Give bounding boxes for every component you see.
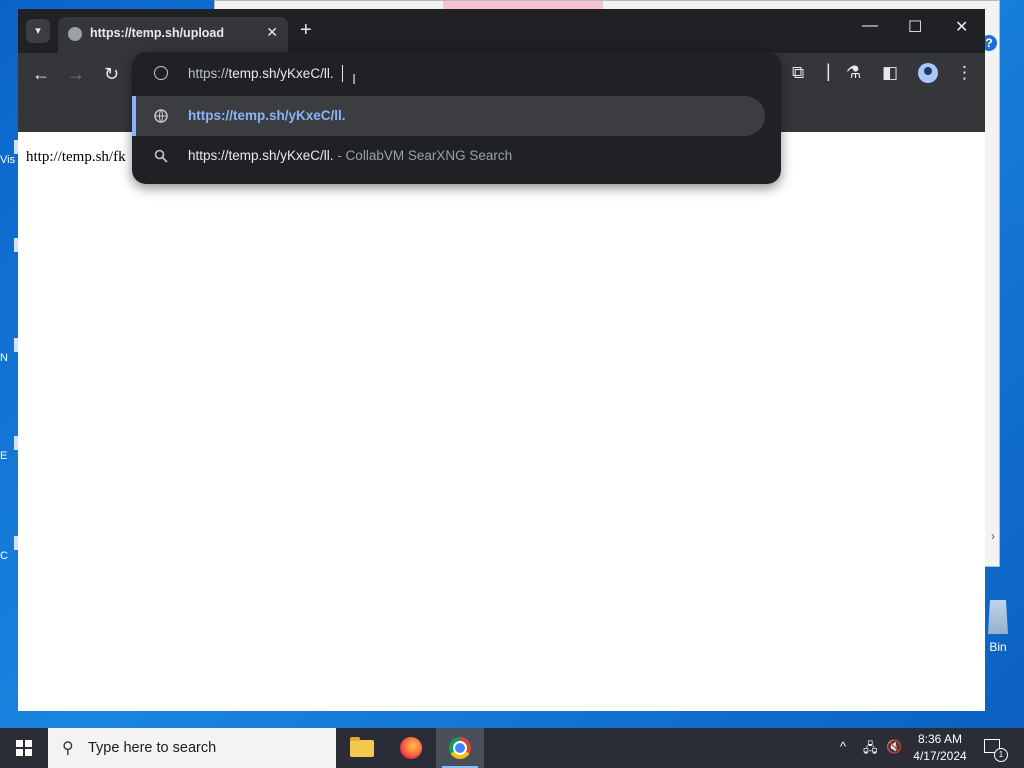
system-clock[interactable]: 8:36 AM 4/17/2024 (908, 731, 972, 765)
page-body-text: http://temp.sh/fk (26, 149, 126, 165)
clock-time: 8:36 AM (917, 732, 963, 746)
volume-muted-icon[interactable]: 🔇 (886, 739, 902, 755)
omnibox-text[interactable]: https://temp.sh/yKxeC/ll. (188, 66, 334, 81)
taskbar: ⚲ Type here to search ^ 🖧 🔇 8:36 AM 4/17… (0, 728, 1024, 768)
recycle-bin-icon (988, 600, 1008, 634)
desktop-icon-label: E (0, 450, 8, 462)
tab-search-button[interactable]: ▾ (26, 19, 50, 43)
chevron-down-icon: ▾ (35, 25, 41, 37)
suggestion-url[interactable]: https://temp.sh/yKxeC/ll. (132, 96, 765, 136)
back-button[interactable]: ← (32, 65, 50, 83)
side-panel-icon[interactable]: ◧ (882, 63, 898, 83)
menu-kebab-icon[interactable]: ⋮ (956, 63, 973, 83)
desktop-icon-label: Vis (0, 154, 16, 166)
globe-icon (68, 27, 82, 41)
background-window-tab (443, 1, 603, 9)
network-icon[interactable]: 🖧 (863, 739, 878, 761)
forward-button[interactable]: → (67, 65, 85, 83)
new-tab-button[interactable]: + (300, 19, 312, 41)
taskbar-firefox[interactable] (387, 728, 435, 768)
start-button[interactable] (0, 728, 48, 768)
tab-active[interactable]: https://temp.sh/upload ✕ (58, 17, 288, 53)
suggestion-search[interactable]: https://temp.sh/yKxeC/ll. - CollabVM Sea… (132, 136, 765, 176)
text-caret (342, 65, 343, 82)
folder-icon (350, 737, 374, 757)
clock-date: 4/17/2024 (913, 749, 967, 763)
firefox-icon (400, 737, 422, 759)
extensions-icon[interactable]: ⧉ (792, 63, 804, 83)
chrome-icon (449, 737, 471, 759)
minimize-button[interactable]: — (862, 17, 878, 35)
recycle-bin-label: Bin (989, 640, 1007, 654)
suggestion-text: https://temp.sh/yKxeC/ll. (188, 108, 346, 123)
suggestion-text: https://temp.sh/yKxeC/ll. - CollabVM Sea… (188, 148, 513, 163)
close-tab-icon[interactable]: ✕ (266, 24, 278, 41)
reload-button[interactable]: ↻ (104, 65, 119, 83)
notification-badge: 1 (994, 748, 1008, 762)
omnibox-input[interactable]: https://temp.sh/yKxeC/ll. I (132, 52, 781, 96)
toolbar-divider: | (826, 61, 831, 81)
omnibox-dropdown: https://temp.sh/yKxeC/ll. I https://temp… (132, 52, 781, 184)
maximize-button[interactable]: ☐ (908, 17, 922, 37)
tab-strip: ▾ https://temp.sh/upload ✕ + — ☐ ✕ (18, 9, 985, 53)
tab-title: https://temp.sh/upload (90, 26, 225, 40)
profile-avatar[interactable] (918, 63, 938, 83)
search-placeholder: Type here to search (88, 740, 217, 756)
search-icon (154, 149, 168, 163)
taskbar-search[interactable]: ⚲ Type here to search (48, 728, 336, 768)
labs-flask-icon[interactable]: ⚗ (846, 63, 861, 83)
search-icon: ⚲ (62, 740, 74, 757)
close-window-button[interactable]: ✕ (955, 17, 968, 37)
taskbar-file-explorer[interactable] (338, 728, 386, 768)
desktop-icon-label: N (0, 352, 8, 364)
show-hidden-icons[interactable]: ^ (840, 739, 846, 754)
scroll-right-icon[interactable]: › (991, 529, 995, 543)
desktop-icon-label: C (0, 550, 8, 562)
windows-logo-icon (16, 740, 32, 756)
site-info-icon[interactable] (154, 66, 168, 80)
mouse-ibeam-cursor: I (352, 71, 357, 88)
globe-icon (154, 109, 168, 123)
taskbar-chrome[interactable] (436, 728, 484, 768)
